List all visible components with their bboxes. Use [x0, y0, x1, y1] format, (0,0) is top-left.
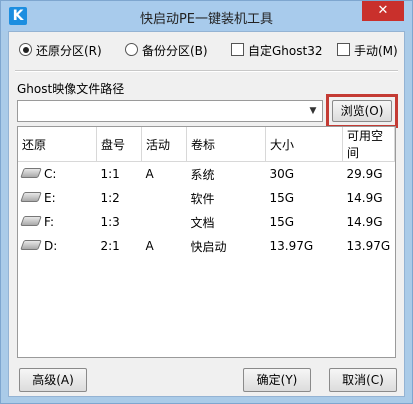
label-cell: 文档 — [190, 215, 215, 230]
size-cell: 15G — [269, 191, 295, 205]
column-header-restore[interactable]: 还原 — [18, 127, 97, 162]
active-cell — [142, 210, 187, 234]
label-cell: 快启动 — [190, 239, 227, 254]
close-button[interactable]: ✕ — [362, 1, 404, 21]
size-cell: 30G — [269, 167, 295, 181]
backup-partition-radio[interactable]: 备份分区(B) — [125, 42, 208, 60]
drive-cell: F: — [18, 210, 97, 234]
title-bar: K 快启动PE一键装机工具 ✕ — [1, 1, 412, 31]
free-cell: 29.9G — [346, 167, 383, 181]
size-cell: 13.97G — [269, 239, 314, 253]
free-cell: 13.97G — [346, 239, 391, 253]
checkbox-icon — [231, 43, 244, 56]
free-cell: 14.9G — [346, 191, 383, 205]
checkbox-icon — [337, 43, 350, 56]
radio-unselected-icon — [125, 43, 138, 56]
size-cell: 15G — [269, 215, 295, 229]
browse-highlight: 浏览(O) — [326, 94, 398, 128]
column-header-label[interactable]: 卷标 — [186, 127, 266, 162]
table-header-row: 还原 盘号 活动 卷标 大小 可用空间 — [18, 127, 395, 162]
window-title: 快启动PE一键装机工具 — [139, 12, 274, 27]
table-row[interactable]: C: 1:1 A 系统 30G 29.9G — [18, 162, 395, 187]
ok-button[interactable]: 确定(Y) — [243, 368, 311, 392]
disk-cell: 2:1 — [100, 239, 120, 253]
drive-cell: C: — [18, 162, 97, 187]
drive-cell: E: — [18, 186, 97, 210]
cancel-button[interactable]: 取消(C) — [329, 368, 397, 392]
installer-window: K 快启动PE一键装机工具 ✕ 还原分区(R) 备份分区(B) 自定Ghost3… — [0, 0, 413, 404]
drive-cell: D: — [18, 234, 97, 258]
drive-icon — [20, 240, 42, 250]
manual-checkbox[interactable]: 手动(M) — [337, 42, 398, 60]
active-cell — [142, 186, 187, 210]
active-cell: A — [145, 239, 154, 253]
restore-partition-radio[interactable]: 还原分区(R) — [19, 42, 102, 60]
radio-selected-icon — [19, 43, 32, 56]
table-row[interactable]: F: 1:3 文档 15G 14.9G — [18, 210, 395, 234]
active-cell: A — [145, 167, 154, 181]
disk-cell: 1:2 — [100, 191, 120, 205]
advanced-button[interactable]: 高级(A) — [19, 368, 87, 392]
custom-ghost32-checkbox[interactable]: 自定Ghost32 — [231, 42, 322, 60]
partition-table[interactable]: 还原 盘号 活动 卷标 大小 可用空间 C: 1:1 A 系统 30G 29.9… — [17, 126, 396, 358]
column-header-free[interactable]: 可用空间 — [342, 127, 395, 162]
column-header-size[interactable]: 大小 — [265, 127, 343, 162]
column-header-disk[interactable]: 盘号 — [96, 127, 142, 162]
disk-cell: 1:3 — [100, 215, 120, 229]
disk-cell: 1:1 — [100, 167, 120, 181]
label-cell: 系统 — [190, 167, 215, 182]
chevron-down-icon[interactable]: ▼ — [304, 101, 322, 121]
ghost-path-combobox[interactable]: ▼ — [17, 100, 323, 122]
label-cell: 软件 — [190, 191, 215, 206]
table-row[interactable]: E: 1:2 软件 15G 14.9G — [18, 186, 395, 210]
drive-icon — [20, 192, 42, 202]
table-row[interactable]: D: 2:1 A 快启动 13.97G 13.97G — [18, 234, 395, 258]
drive-icon — [20, 168, 42, 178]
divider — [15, 70, 398, 72]
drive-icon — [20, 216, 42, 226]
browse-button[interactable]: 浏览(O) — [332, 100, 392, 122]
free-cell: 14.9G — [346, 215, 383, 229]
ghost-path-label: Ghost映像文件路径 — [17, 82, 125, 96]
column-header-active[interactable]: 活动 — [141, 127, 187, 162]
dialog-body: 还原分区(R) 备份分区(B) 自定Ghost32 手动(M) Ghost映像文… — [8, 31, 405, 397]
